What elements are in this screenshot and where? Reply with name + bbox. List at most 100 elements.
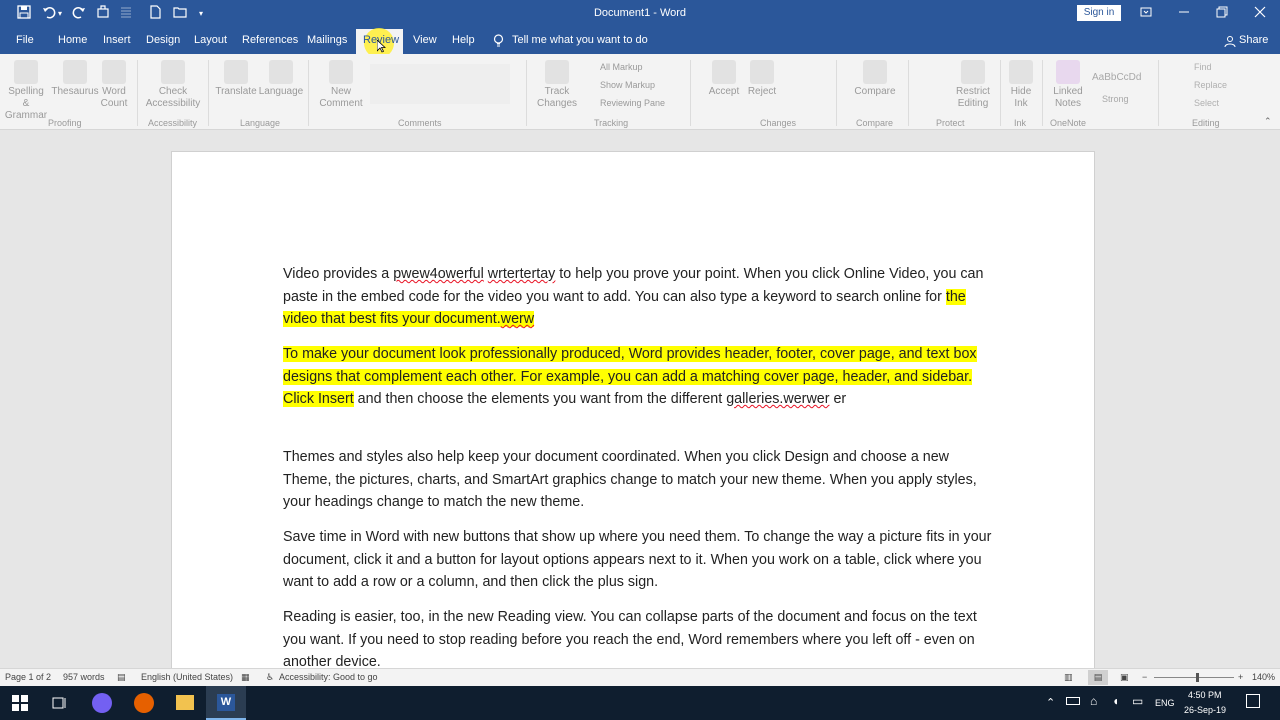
word-count[interactable]: 957 words — [63, 672, 105, 682]
linked-notes-button[interactable]: Linked Notes — [1048, 60, 1088, 110]
file-explorer-icon[interactable] — [176, 695, 194, 710]
tab-file[interactable]: File — [16, 34, 34, 46]
group-separator — [1158, 60, 1159, 126]
check-accessibility-button[interactable]: Check Accessibility — [142, 60, 204, 110]
collapse-ribbon-icon[interactable]: ⌃ — [1264, 116, 1272, 127]
paragraph-2[interactable]: To make your document look professionall… — [283, 343, 993, 411]
restore-icon[interactable] — [1213, 5, 1231, 23]
paragraph-4[interactable]: Save time in Word with new buttons that … — [283, 526, 993, 594]
document-canvas: Video provides a pwew4owerful wrterterta… — [0, 130, 1280, 668]
thesaurus-button[interactable]: Thesaurus — [50, 60, 100, 98]
ribbon-display-options-icon[interactable] — [1137, 5, 1155, 23]
language-status[interactable]: English (United States) — [141, 672, 233, 682]
battery-icon[interactable] — [1066, 697, 1080, 705]
input-language[interactable]: ENG — [1155, 698, 1175, 708]
new-comment-icon — [329, 60, 353, 84]
spelling-grammar-button[interactable]: Spelling & Grammar — [4, 60, 48, 122]
track-changes-icon — [545, 60, 569, 84]
proofing-status-icon[interactable]: ▤ — [117, 672, 126, 683]
tab-home[interactable]: Home — [58, 34, 87, 46]
p1-misspelled-word: pwew4owerful — [393, 266, 484, 282]
notifications-icon[interactable] — [1246, 694, 1260, 708]
sign-in-button[interactable]: Sign in — [1077, 5, 1121, 21]
windows-start-icon[interactable] — [12, 695, 28, 716]
tab-references[interactable]: References — [242, 34, 298, 46]
web-layout-icon[interactable]: ▣ — [1120, 672, 1129, 683]
reject-button[interactable]: Reject — [744, 60, 780, 98]
tell-me-search[interactable]: Tell me what you want to do — [512, 34, 648, 46]
minimize-icon[interactable] — [1175, 5, 1193, 23]
reject-label: Reject — [747, 86, 777, 97]
keyboard-icon[interactable]: ▭ — [1132, 694, 1143, 708]
network-icon[interactable]: ⌂ — [1090, 694, 1097, 708]
save-icon[interactable] — [15, 5, 33, 23]
restrict-editing-button[interactable]: Restrict Editing — [950, 60, 996, 110]
group-changes: Changes — [760, 118, 797, 128]
zoom-slider[interactable] — [1154, 677, 1234, 678]
status-bar: Page 1 of 2 957 words ▤ English (United … — [0, 668, 1280, 686]
reviewing-pane-dropdown[interactable]: Reviewing Pane — [600, 98, 665, 108]
track-changes-button[interactable]: Track Changes — [532, 60, 582, 110]
show-markup-dropdown[interactable]: Show Markup — [600, 80, 655, 90]
replace-button[interactable]: Replace — [1194, 80, 1227, 90]
word-taskbar-button[interactable]: W — [206, 686, 246, 720]
new-document-icon[interactable] — [146, 5, 164, 23]
style-sample-strong[interactable]: AaBbCcDd — [1092, 72, 1141, 83]
clock-time[interactable]: 4:50 PM — [1188, 690, 1222, 700]
paragraph-3[interactable]: Themes and styles also help keep your do… — [283, 446, 993, 514]
accessibility-check-icon[interactable]: ♿ — [266, 672, 274, 683]
clock-date[interactable]: 26-Sep-19 — [1184, 705, 1226, 715]
tab-view[interactable]: View — [413, 34, 437, 46]
customize-toolbar-icon[interactable]: ▾ — [196, 5, 206, 23]
close-icon[interactable] — [1251, 5, 1269, 23]
viber-icon[interactable] — [92, 693, 112, 713]
paragraph-1[interactable]: Video provides a pwew4owerful wrterterta… — [283, 263, 993, 331]
zoom-level[interactable]: 140% — [1252, 672, 1275, 682]
reject-icon — [750, 60, 774, 84]
lightbulb-icon — [493, 34, 504, 50]
language-button[interactable]: Language — [258, 60, 304, 98]
share-icon[interactable] — [1224, 35, 1236, 50]
format-icon[interactable] — [117, 5, 135, 23]
macro-record-icon[interactable]: ▦ — [241, 672, 250, 683]
group-separator — [908, 60, 909, 126]
word-count-icon — [102, 60, 126, 84]
paragraph-5[interactable]: Reading is easier, too, in the new Readi… — [283, 606, 993, 668]
tab-mailings[interactable]: Mailings — [307, 34, 347, 46]
compare-button[interactable]: Compare — [850, 60, 900, 98]
find-button[interactable]: Find — [1194, 62, 1212, 72]
comment-commands-faded — [370, 64, 510, 104]
open-folder-icon[interactable] — [171, 5, 189, 23]
zoom-out-icon[interactable]: − — [1142, 672, 1147, 682]
new-comment-button[interactable]: New Comment — [316, 60, 366, 110]
read-mode-icon[interactable]: ▥ — [1064, 672, 1073, 683]
redo-icon[interactable] — [70, 5, 88, 23]
translate-button[interactable]: Translate — [214, 60, 258, 98]
zoom-slider-thumb[interactable] — [1196, 673, 1199, 682]
hide-ink-icon — [1009, 60, 1033, 84]
undo-dropdown-icon[interactable]: ▾ — [55, 5, 65, 23]
word-count-button[interactable]: Word Count — [98, 60, 130, 110]
word-app-icon: W — [217, 694, 235, 711]
document-page[interactable]: Video provides a pwew4owerful wrterterta… — [171, 151, 1095, 668]
accessibility-status[interactable]: Accessibility: Good to go — [279, 672, 378, 682]
hide-ink-button[interactable]: Hide Ink — [1006, 60, 1036, 110]
tab-insert[interactable]: Insert — [103, 34, 131, 46]
zoom-in-icon[interactable]: + — [1238, 672, 1243, 682]
select-button[interactable]: Select — [1194, 98, 1219, 108]
share-button[interactable]: Share — [1239, 34, 1268, 46]
task-view-icon[interactable] — [52, 695, 68, 716]
show-hidden-icons-icon[interactable]: ⌃ — [1046, 696, 1055, 709]
markup-dropdown[interactable]: All Markup — [600, 62, 643, 72]
firefox-icon[interactable] — [134, 693, 154, 713]
print-layout-button[interactable]: ▤ — [1088, 670, 1108, 685]
accept-button[interactable]: Accept — [706, 60, 742, 98]
group-protect: Protect — [936, 118, 965, 128]
tab-help[interactable]: Help — [452, 34, 475, 46]
tab-layout[interactable]: Layout — [194, 34, 227, 46]
tab-design[interactable]: Design — [146, 34, 180, 46]
volume-icon[interactable]: ◖ — [1112, 694, 1119, 708]
touch-mode-icon[interactable] — [94, 5, 112, 23]
page-count[interactable]: Page 1 of 2 — [5, 672, 51, 682]
track-changes-label: Track Changes — [536, 86, 578, 109]
